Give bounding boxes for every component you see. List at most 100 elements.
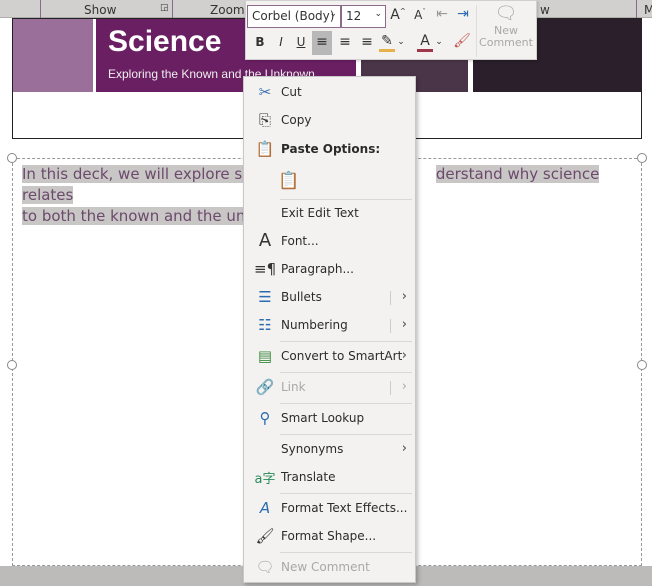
format-painter-icon[interactable]: 🖌	[452, 33, 472, 49]
chevron-down-icon: ⌄	[374, 9, 382, 19]
new-comment-button[interactable]: 🗨 New Comment	[478, 3, 534, 59]
menu-item-label: Translate	[281, 470, 336, 484]
chevron-right-icon: ›	[401, 441, 407, 456]
translate-icon: a字	[254, 472, 276, 487]
paste-text-only-icon: 📋	[278, 171, 300, 191]
ribbon-group-view[interactable]: w	[540, 3, 550, 17]
resize-handle[interactable]	[7, 153, 17, 163]
selected-text: In this deck, we will explore scie	[22, 165, 264, 183]
paragraph-icon: ≡¶	[254, 260, 277, 278]
paste-keep-text-only-button[interactable]: 📋	[274, 167, 304, 197]
font-name-dropdown[interactable]: Corbel (Body) ⌄	[247, 5, 341, 28]
menu-item-smart-lookup[interactable]: ⚲ Smart Lookup	[244, 407, 415, 431]
menu-item-format-text-effects[interactable]: A Format Text Effects...	[244, 497, 415, 521]
menu-item-label: Font...	[281, 234, 319, 248]
italic-button[interactable]: I	[271, 35, 291, 49]
divider	[172, 0, 173, 18]
text-effects-icon: A	[259, 499, 271, 517]
divider	[280, 493, 412, 494]
chevron-right-icon[interactable]: ›	[402, 317, 407, 332]
resize-handle[interactable]	[7, 360, 17, 370]
menu-item-numbering[interactable]: ☷ Numbering ›	[244, 314, 415, 338]
divider	[390, 319, 391, 333]
font-size-dropdown[interactable]: 12 ⌄	[341, 5, 386, 28]
slide-title: Science	[108, 25, 222, 58]
menu-item-label: Paste Options:	[281, 142, 381, 156]
menu-item-label: Paragraph...	[281, 262, 354, 276]
font-size-value: 12	[346, 9, 362, 23]
menu-item-font[interactable]: A Font...	[244, 230, 415, 254]
menu-item-label: Exit Edit Text	[281, 206, 359, 220]
divider	[390, 381, 391, 395]
ribbon-group-partial[interactable]: M	[644, 3, 652, 17]
dialog-launcher-icon[interactable]: ◲	[160, 3, 169, 13]
numbering-icon: ☷	[258, 316, 272, 334]
menu-item-link[interactable]: 🔗 Link ›	[244, 376, 415, 400]
ribbon-group-show[interactable]: Show	[84, 3, 116, 17]
divider	[280, 434, 412, 435]
menu-item-label: Cut	[281, 85, 302, 99]
selected-text: to both the known and the unk	[22, 207, 255, 225]
bold-button[interactable]: B	[250, 35, 270, 49]
ribbon-group-zoom[interactable]: Zoom	[210, 3, 245, 17]
align-left-button[interactable]: ≡	[312, 31, 332, 55]
chevron-down-icon[interactable]: ⌄	[396, 37, 406, 47]
divider	[280, 341, 412, 342]
menu-item-copy[interactable]: ⎘ Copy	[244, 109, 415, 133]
menu-item-label: Format Shape...	[281, 529, 377, 543]
divider	[636, 0, 637, 18]
scissors-icon: ✂	[258, 83, 272, 101]
menu-item-label: Synonyms	[281, 442, 344, 456]
menu-item-format-shape[interactable]: 🖌 Format Shape...	[244, 525, 415, 549]
banner-image-left	[13, 19, 93, 92]
decrease-indent-icon[interactable]: ⇤	[432, 6, 452, 22]
menu-item-new-comment[interactable]: 🗨 New Comment	[244, 556, 415, 580]
menu-item-translate[interactable]: a字 Translate	[244, 466, 415, 490]
increase-indent-icon[interactable]: ⇥	[453, 6, 473, 22]
bullets-icon: ☰	[258, 288, 272, 306]
smart-lookup-icon: ⚲	[259, 409, 271, 427]
menu-item-label: Smart Lookup	[281, 411, 365, 425]
resize-handle[interactable]	[637, 360, 647, 370]
font-name-value: Corbel (Body)	[252, 9, 335, 23]
menu-item-synonyms[interactable]: Synonyms ›	[244, 438, 415, 462]
menu-item-paragraph[interactable]: ≡¶ Paragraph...	[244, 258, 415, 282]
menu-item-cut[interactable]: ✂ Cut	[244, 81, 415, 105]
align-right-button[interactable]: ≡	[357, 34, 377, 50]
copy-icon: ⎘	[258, 111, 271, 129]
chevron-right-icon[interactable]: ›	[402, 289, 407, 304]
divider	[476, 5, 477, 57]
menu-item-bullets[interactable]: ☰ Bullets ›	[244, 286, 415, 310]
menu-item-label: Copy	[281, 113, 312, 127]
font-icon: A	[258, 230, 272, 251]
format-shape-icon: 🖌	[255, 527, 275, 545]
chevron-right-icon: ›	[401, 348, 407, 363]
smartart-icon: ▤	[257, 347, 273, 365]
divider	[390, 291, 391, 305]
font-color-icon[interactable]: A	[417, 33, 433, 52]
context-menu: ✂ Cut ⎘ Copy 📋 Paste Options: 📋 Exit Edit T…	[243, 76, 416, 583]
menu-item-paste-options: 📋 Paste Options:	[244, 138, 415, 162]
underline-button[interactable]: U	[291, 35, 311, 49]
new-comment-label: New Comment	[479, 24, 533, 49]
paste-icon: 📋	[255, 140, 275, 158]
menu-item-exit-edit-text[interactable]: Exit Edit Text	[244, 202, 415, 226]
divider	[280, 199, 412, 200]
shrink-font-icon[interactable]: Aˇ	[410, 8, 430, 22]
menu-item-label: Convert to SmartArt	[281, 349, 403, 363]
menu-item-label: New Comment	[281, 560, 370, 574]
menu-item-label: Format Text Effects...	[281, 501, 408, 515]
divider	[280, 372, 412, 373]
menu-item-label: Bullets	[281, 290, 322, 304]
align-center-button[interactable]: ≡	[335, 34, 355, 50]
chevron-down-icon[interactable]: ⌄	[434, 37, 444, 47]
new-comment-icon: 🗨	[494, 3, 518, 24]
chevron-right-icon: ›	[401, 379, 407, 394]
new-comment-icon: 🗨	[255, 558, 275, 576]
menu-item-convert-to-smartart[interactable]: ▤ Convert to SmartArt ›	[244, 345, 415, 369]
resize-handle[interactable]	[637, 153, 647, 163]
divider	[280, 403, 412, 404]
link-icon: 🔗	[255, 378, 275, 396]
highlight-icon[interactable]: ✎	[379, 33, 395, 52]
grow-font-icon[interactable]: A^	[388, 7, 408, 23]
